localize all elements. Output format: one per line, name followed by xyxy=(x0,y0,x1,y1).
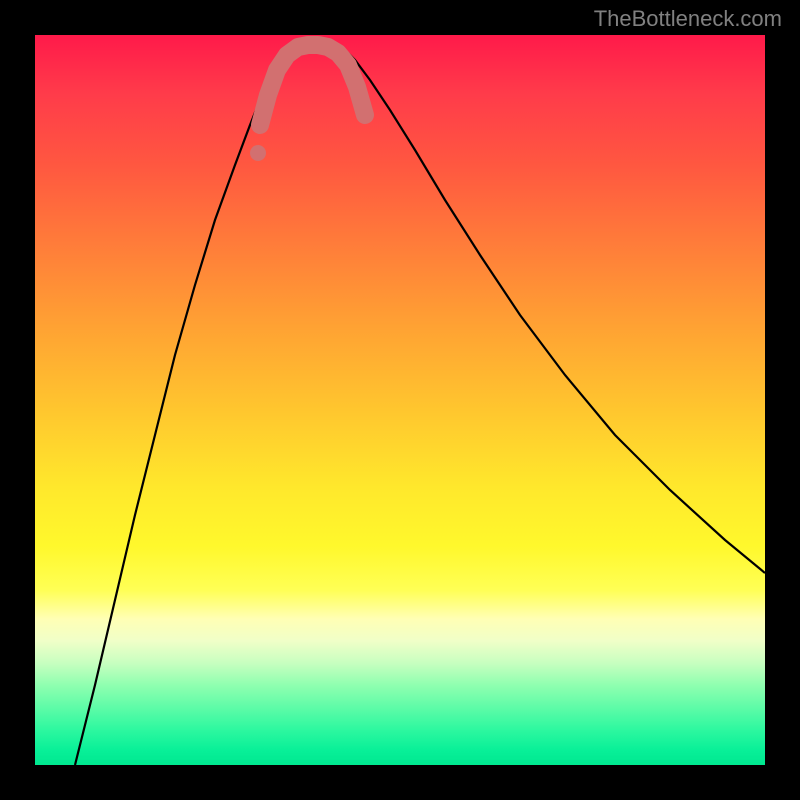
valley-marker xyxy=(260,45,365,125)
right-curve xyxy=(345,50,765,573)
plot-area xyxy=(35,35,765,765)
watermark-text: TheBottleneck.com xyxy=(594,6,782,32)
curve-overlay xyxy=(35,35,765,765)
marker-dot xyxy=(250,145,266,161)
